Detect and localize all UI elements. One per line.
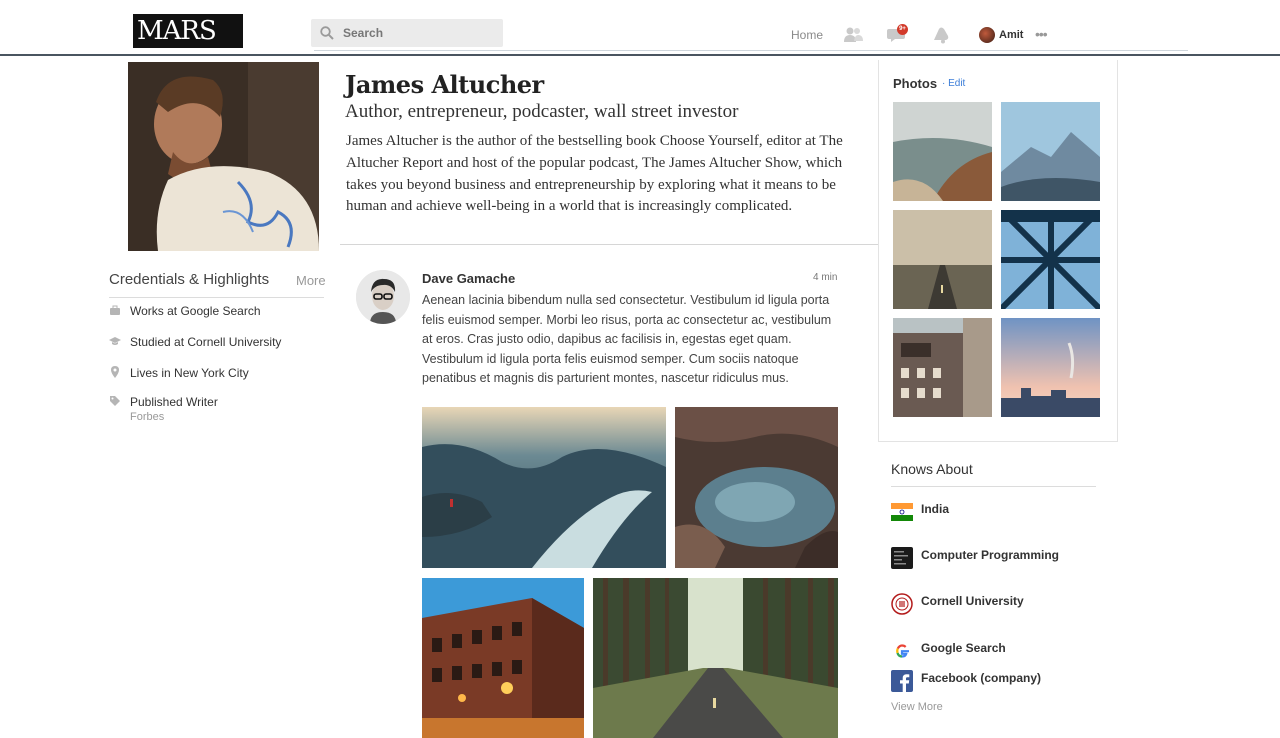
site-logo[interactable]: MARS: [133, 14, 243, 48]
tag-icon: [110, 396, 120, 406]
topic-label[interactable]: Computer Programming: [921, 548, 1059, 562]
location-pin-icon: [111, 366, 119, 378]
code-terminal-icon: [891, 547, 913, 569]
post-image-cave[interactable]: [675, 407, 838, 568]
search-input[interactable]: Search: [311, 19, 503, 47]
profile-name: James Altucher: [345, 70, 544, 99]
notification-badge: 9+: [897, 24, 908, 35]
credential-label[interactable]: Studied at Cornell University: [130, 335, 281, 349]
credential-label[interactable]: Lives in New York City: [130, 366, 249, 380]
photos-title: Photos: [893, 76, 938, 91]
topic-label[interactable]: Google Search: [921, 641, 1006, 655]
photo-thumb-mountain[interactable]: [1001, 102, 1100, 201]
user-avatar[interactable]: [979, 27, 995, 43]
photo-thumb-road[interactable]: [893, 210, 992, 309]
briefcase-icon: [110, 305, 120, 315]
bio-divider: [340, 244, 880, 245]
topic-label[interactable]: India: [921, 502, 949, 516]
credential-label[interactable]: Published Writer: [130, 395, 218, 409]
credential-label[interactable]: Works at Google Search: [130, 304, 261, 318]
post-image-forest-road[interactable]: [593, 578, 838, 738]
photo-thumb-skyline[interactable]: [1001, 318, 1100, 417]
notifications-icon[interactable]: [931, 26, 951, 44]
topic-label[interactable]: Cornell University: [921, 594, 1024, 608]
google-g-icon: [896, 644, 909, 658]
cornell-seal-icon: [891, 593, 913, 615]
knows-about-divider: [891, 486, 1096, 487]
photos-edit-link[interactable]: · Edit: [942, 78, 965, 89]
post-image-building[interactable]: [422, 578, 584, 738]
graduation-cap-icon: [109, 337, 121, 345]
people-icon[interactable]: [843, 26, 863, 44]
profile-portrait-image: [128, 62, 319, 251]
post-author-avatar[interactable]: [356, 270, 410, 324]
post-body-text: Aenean lacinia bibendum nulla sed consec…: [422, 293, 832, 385]
credentials-divider: [109, 297, 324, 298]
profile-photo: [128, 62, 319, 251]
india-flag-icon: [891, 503, 913, 521]
header-divider: [314, 50, 1188, 51]
search-placeholder: Search: [343, 26, 384, 40]
knows-about-title: Knows About: [891, 461, 973, 477]
more-options-icon[interactable]: •••: [1035, 26, 1048, 42]
post-timestamp: 4 min: [813, 272, 838, 283]
credentials-more-link[interactable]: More: [296, 273, 326, 288]
credential-sublabel: Forbes: [130, 411, 165, 423]
view-more-link[interactable]: View More: [891, 701, 943, 713]
facebook-f-icon: [891, 670, 913, 692]
post-author-name[interactable]: Dave Gamache: [422, 271, 515, 286]
photo-thumb-city-building[interactable]: [893, 318, 992, 417]
credentials-title: Credentials & Highlights: [109, 271, 270, 288]
photo-thumb-bridge[interactable]: [1001, 210, 1100, 309]
user-name[interactable]: Amit: [999, 29, 1023, 41]
topic-label[interactable]: Facebook (company): [921, 671, 1041, 685]
photo-thumb-coast[interactable]: [893, 102, 992, 201]
author-portrait-image: [356, 270, 410, 324]
profile-tagline: Author, entrepreneur, podcaster, wall st…: [345, 101, 739, 122]
post-image-fjord[interactable]: [422, 407, 666, 568]
nav-home-link[interactable]: Home: [791, 28, 823, 42]
search-icon: [320, 26, 334, 40]
profile-bio: James Altucher is the author of the best…: [346, 133, 843, 215]
